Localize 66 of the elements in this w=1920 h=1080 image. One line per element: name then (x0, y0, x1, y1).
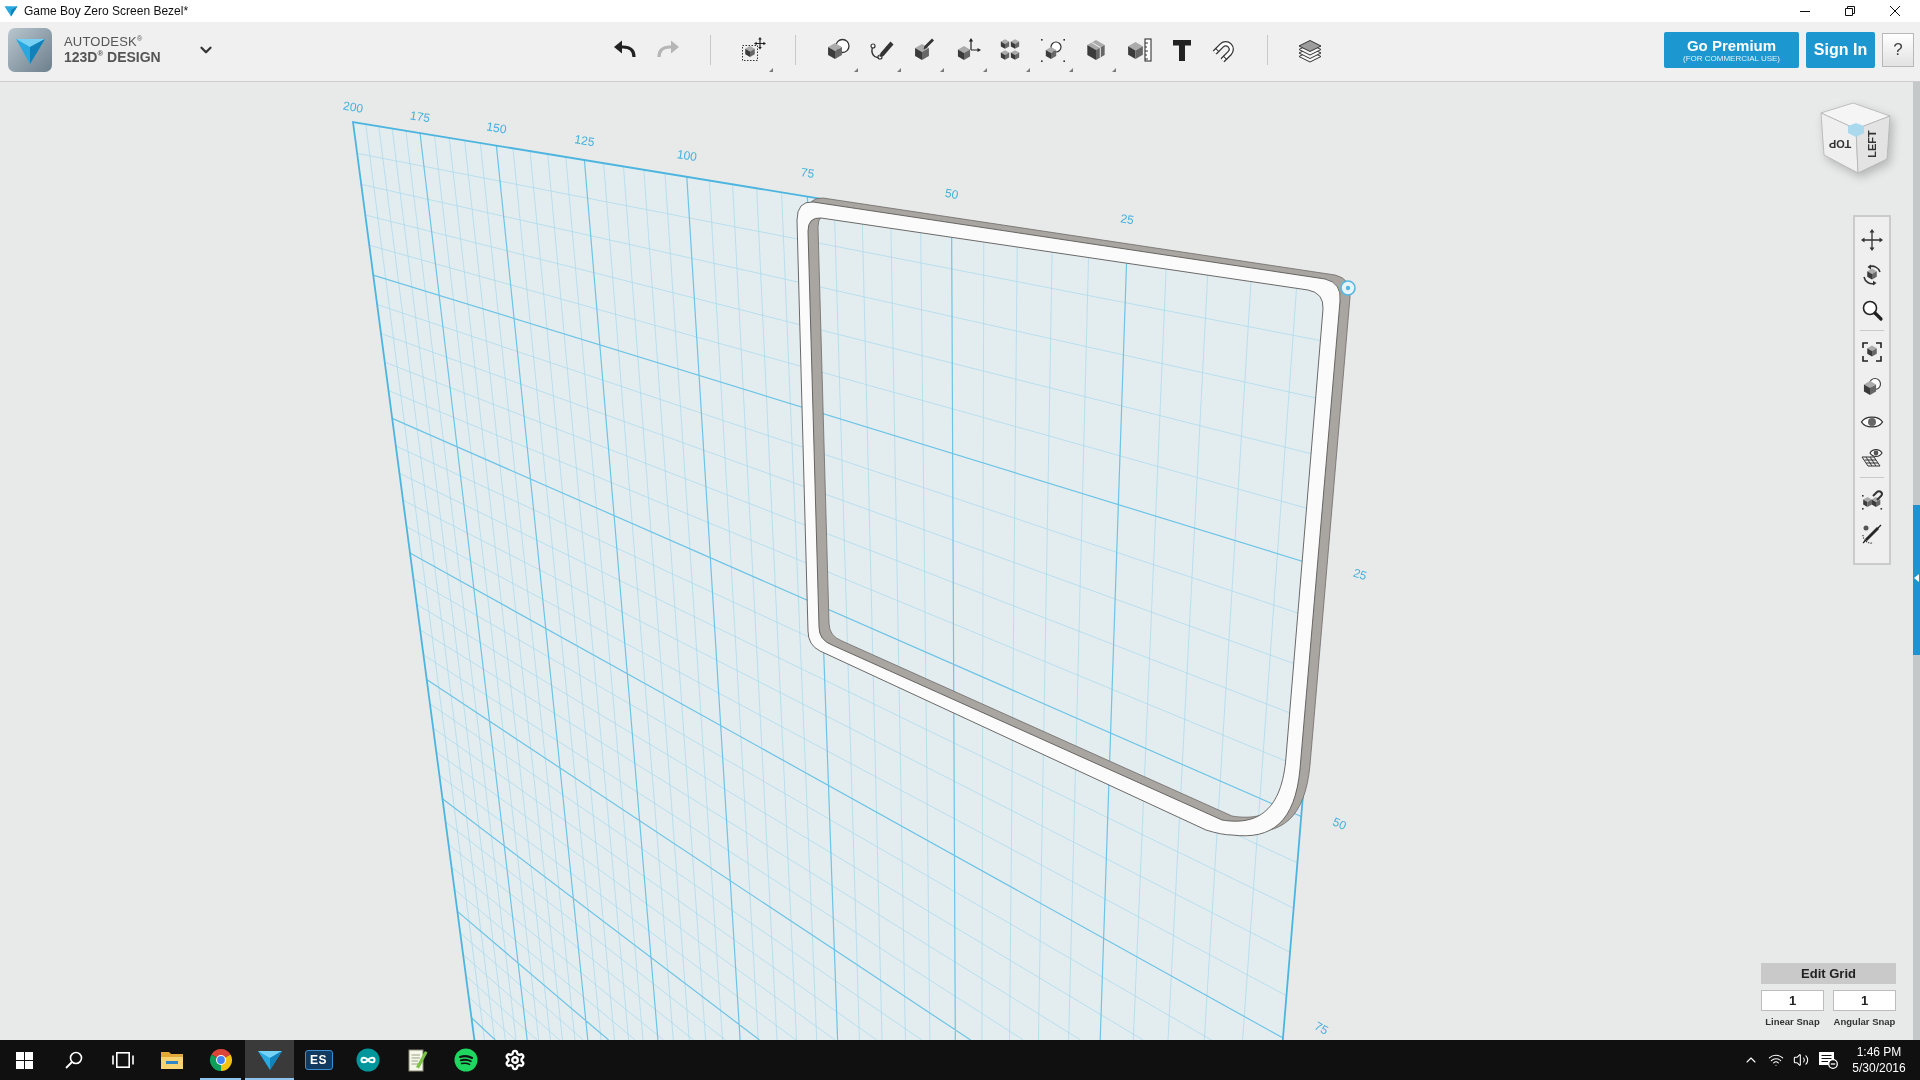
wifi-icon (1768, 1052, 1784, 1068)
ruler-label: 25 (1119, 211, 1135, 228)
brand-name: AUTODESK$^{®}$ (64, 35, 144, 49)
speaker-icon (1793, 1052, 1809, 1068)
fit-cube-icon[interactable] (1860, 339, 1884, 364)
sound-waves-circle-icon (453, 1048, 478, 1072)
menu-triangle-icon (1069, 68, 1073, 72)
minimize-icon (1799, 10, 1810, 12)
clock-time: 1:46 PM (1856, 1044, 1902, 1060)
snap-value-field[interactable]: 1 (1761, 990, 1824, 1011)
app-logo-icon[interactable] (8, 28, 52, 72)
ruler-label: 50 (1330, 814, 1349, 833)
letter-tile: ES (304, 1050, 333, 1070)
notifications-button[interactable] (1818, 1051, 1838, 1069)
product-name: 123D$^{®}$ DESIGN (64, 49, 162, 65)
triangle-left-icon (1914, 574, 1919, 582)
menu-triangle-icon (769, 68, 773, 72)
menu-triangle-icon (1112, 68, 1116, 72)
cube-ruler-icon (1125, 36, 1153, 64)
folder-icon (159, 1049, 184, 1071)
cube-move-icon (739, 36, 767, 64)
triangle-logo-icon (256, 1049, 283, 1071)
windows-logo-icon (16, 1051, 33, 1069)
ruler-label: 100 (675, 147, 698, 165)
move-arrows-icon[interactable] (1860, 227, 1884, 252)
tricolor-circle-icon (208, 1048, 233, 1072)
ruler-label: 50 (944, 186, 960, 202)
grouped-shapes-icon (1039, 36, 1067, 64)
infinity-circle-icon (355, 1048, 380, 1072)
view-cube[interactable]: TOP LEFT (1816, 100, 1896, 176)
triangle-logo-icon (4, 5, 18, 17)
menu-triangle-icon (1026, 68, 1030, 72)
field-label: Linear Snap (1765, 1016, 1820, 1027)
help-button[interactable]: ? (1882, 33, 1914, 67)
cube-face-label: LEFT (1865, 130, 1878, 158)
volume-button[interactable] (1793, 1052, 1809, 1068)
ruler-label: 150 (485, 119, 508, 137)
cube-face-label: TOP (1828, 138, 1852, 151)
task-view-icon (111, 1052, 134, 1068)
menu-triangle-icon (854, 68, 858, 72)
notepad-icon (405, 1048, 428, 1072)
edit-grid-button[interactable]: Edit Grid (1761, 963, 1896, 984)
clock[interactable]: 1:46 PM 5/30/2016 (1847, 1044, 1911, 1076)
menu-triangle-icon (983, 68, 987, 72)
ruler-label: 25 (1351, 565, 1369, 584)
window-title: Game Boy Zero Screen Bezel* (24, 4, 189, 18)
snap-value-field[interactable]: 1 (1833, 990, 1896, 1011)
gear-icon (503, 1049, 526, 1071)
ruler-label: 75 (1312, 1018, 1331, 1038)
taskbar-app-button[interactable]: ES (294, 1040, 343, 1080)
clock-date: 5/30/2016 (1852, 1060, 1906, 1076)
ruler-label: 200 (342, 98, 365, 116)
close-icon (1889, 6, 1900, 16)
orbit-cube-icon[interactable] (1860, 262, 1884, 287)
menu-triangle-icon (940, 68, 944, 72)
restore-icon (1844, 6, 1855, 16)
ruler-label: 175 (409, 108, 432, 126)
notification-icon (1818, 1051, 1838, 1069)
menu-triangle-icon (897, 68, 901, 72)
ruler-label: 125 (573, 132, 596, 150)
ruler-label: 75 (799, 165, 816, 182)
taskbar-app-button[interactable] (245, 1040, 294, 1080)
network-button[interactable] (1768, 1052, 1784, 1068)
field-label: Angular Snap (1833, 1016, 1896, 1027)
point-handle-icon[interactable] (1340, 280, 1356, 296)
search-icon (64, 1051, 83, 1069)
